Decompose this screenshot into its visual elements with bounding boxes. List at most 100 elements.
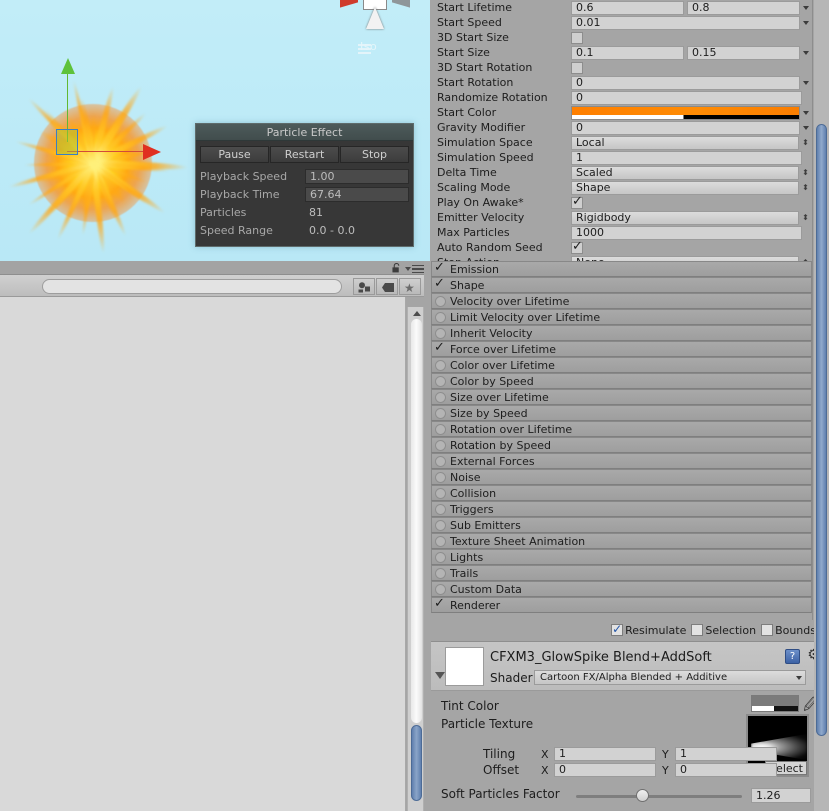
module-toggle[interactable] <box>435 391 446 403</box>
start-color-gradient[interactable] <box>571 105 800 120</box>
scene-view[interactable]: Iso Particle Effect Pause Restart Stop P… <box>0 0 430 261</box>
property-value-field[interactable]: 0 <box>571 90 802 105</box>
gizmo-x-axis[interactable] <box>67 151 147 153</box>
gizmo-x-axis-arrow[interactable] <box>143 144 161 160</box>
scroll-up-arrow-icon[interactable] <box>413 311 421 316</box>
updown-arrows-icon[interactable]: ⬍ <box>802 169 809 177</box>
transform-square-handle[interactable] <box>56 129 78 155</box>
selection-toggle[interactable]: Selection <box>691 624 756 637</box>
bounds-checkbox[interactable] <box>761 624 774 636</box>
module-row[interactable]: Collision <box>431 485 812 501</box>
property-value-field[interactable]: 1 <box>571 150 802 165</box>
module-row[interactable]: External Forces <box>431 453 812 469</box>
property-value-max[interactable]: 0.15 <box>687 45 800 60</box>
updown-arrows-icon[interactable]: ⬍ <box>802 139 809 147</box>
module-row[interactable]: Texture Sheet Animation <box>431 533 812 549</box>
inspector-scrollbar[interactable] <box>814 0 829 811</box>
scene-gizmo-x-cone[interactable] <box>340 0 358 8</box>
resimulate-toggle[interactable]: Resimulate <box>611 622 686 637</box>
soft-particles-factor-field[interactable]: 1.26 <box>751 788 811 803</box>
property-checkbox[interactable] <box>571 240 583 254</box>
stop-button[interactable]: Stop <box>340 146 409 163</box>
property-checkbox[interactable] <box>571 31 583 44</box>
material-foldout-arrow[interactable] <box>435 672 445 679</box>
module-row[interactable]: Renderer <box>431 597 812 613</box>
module-row[interactable]: Sub Emitters <box>431 517 812 533</box>
offset-y-field[interactable]: 0 <box>675 763 777 777</box>
module-toggle[interactable] <box>435 567 446 579</box>
module-row[interactable]: Force over Lifetime <box>431 341 812 357</box>
module-toggle[interactable] <box>435 295 446 307</box>
module-row[interactable]: Emission <box>431 261 812 277</box>
property-checkbox[interactable] <box>571 195 583 209</box>
hierarchy-scrollbar[interactable] <box>407 307 424 811</box>
tint-color-swatch[interactable] <box>751 695 799 712</box>
offset-x-field[interactable]: 0 <box>554 763 656 777</box>
property-value-field[interactable]: 1000 <box>571 225 802 240</box>
property-dropdown[interactable]: Local <box>571 135 799 150</box>
chevron-down-icon[interactable] <box>803 125 809 130</box>
soft-particles-slider-track[interactable] <box>576 795 742 798</box>
chevron-down-icon[interactable] <box>803 20 809 25</box>
module-row[interactable]: Size over Lifetime <box>431 389 812 405</box>
module-row[interactable]: Color over Lifetime <box>431 357 812 373</box>
property-value-field[interactable]: 0.01 <box>571 15 800 30</box>
pause-button[interactable]: Pause <box>200 146 269 163</box>
module-toggle[interactable] <box>435 519 446 531</box>
soft-particles-slider-knob[interactable] <box>636 789 649 802</box>
chevron-down-icon[interactable] <box>803 110 809 115</box>
chevron-down-icon[interactable] <box>803 80 809 85</box>
module-row[interactable]: Size by Speed <box>431 405 812 421</box>
chevron-down-icon[interactable] <box>803 5 809 10</box>
chevron-down-icon[interactable] <box>803 50 809 55</box>
panel-divider[interactable] <box>424 261 430 811</box>
help-book-icon[interactable]: ? <box>785 649 800 664</box>
restart-button[interactable]: Restart <box>270 146 339 163</box>
module-toggle[interactable] <box>435 503 446 515</box>
module-toggle[interactable] <box>435 487 446 499</box>
scene-gizmo-projection-label[interactable]: Iso <box>360 40 377 53</box>
module-toggle[interactable] <box>435 407 446 419</box>
module-row[interactable]: Rotation over Lifetime <box>431 421 812 437</box>
property-value-field[interactable]: 0 <box>571 75 800 90</box>
lock-open-icon[interactable] <box>392 263 401 273</box>
updown-arrows-icon[interactable]: ⬍ <box>802 184 809 192</box>
filter-by-type-button[interactable] <box>353 278 375 295</box>
module-toggle[interactable] <box>435 311 446 323</box>
updown-arrows-icon[interactable]: ⬍ <box>802 214 809 222</box>
filter-by-label-button[interactable] <box>376 278 398 295</box>
playback-speed-value[interactable]: 1.00 <box>305 168 409 184</box>
module-toggle[interactable] <box>435 375 446 387</box>
property-dropdown[interactable]: Rigidbody <box>571 210 799 225</box>
property-checkbox[interactable] <box>571 61 583 74</box>
selection-checkbox[interactable] <box>691 624 704 636</box>
module-row[interactable]: Shape <box>431 277 812 293</box>
module-row[interactable]: Color by Speed <box>431 373 812 389</box>
module-toggle[interactable] <box>435 439 446 451</box>
property-value-max[interactable]: 0.8 <box>687 0 800 15</box>
module-toggle[interactable] <box>435 359 446 371</box>
particle-effect-panel[interactable]: Particle Effect Pause Restart Stop Playb… <box>195 123 414 247</box>
module-row[interactable]: Limit Velocity over Lifetime <box>431 309 812 325</box>
module-row[interactable]: Lights <box>431 549 812 565</box>
scrollbar-track[interactable] <box>411 319 422 723</box>
tiling-x-field[interactable]: 1 <box>554 747 656 761</box>
module-toggle[interactable] <box>435 551 446 563</box>
property-value-min[interactable]: 0.6 <box>571 0 684 15</box>
module-toggle[interactable] <box>435 327 446 339</box>
module-toggle[interactable] <box>434 341 446 355</box>
module-toggle[interactable] <box>434 277 446 291</box>
module-toggle[interactable] <box>435 471 446 483</box>
module-toggle[interactable] <box>435 423 446 435</box>
module-row[interactable]: Custom Data <box>431 581 812 597</box>
property-dropdown[interactable]: Shape <box>571 180 799 195</box>
resimulate-checkbox[interactable] <box>611 622 624 636</box>
hierarchy-content-area[interactable] <box>0 297 406 811</box>
module-row[interactable]: Trails <box>431 565 812 581</box>
property-value-field[interactable]: 0 <box>571 120 800 135</box>
module-row[interactable]: Triggers <box>431 501 812 517</box>
gizmo-y-axis-arrow[interactable] <box>61 58 75 74</box>
chevron-down-icon[interactable] <box>405 267 411 271</box>
scene-gizmo-z-cone[interactable] <box>392 0 410 8</box>
playback-time-value[interactable]: 67.64 <box>305 186 409 202</box>
